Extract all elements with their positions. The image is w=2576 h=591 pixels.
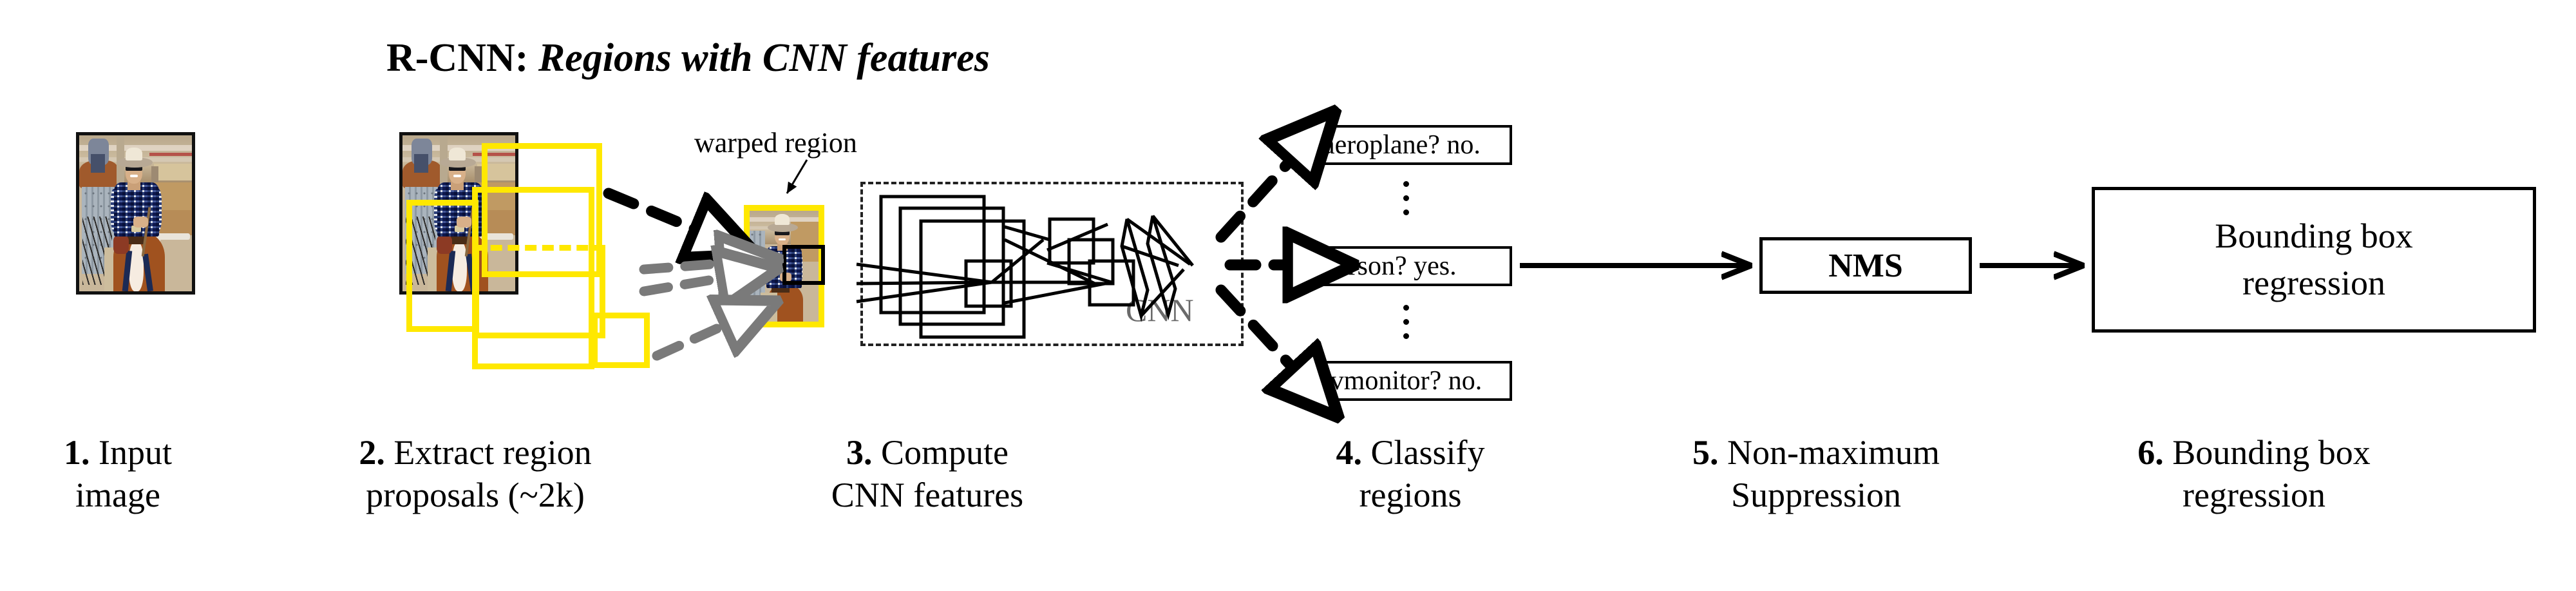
classification-box-aeroplane[interactable]: aeroplane? no. bbox=[1311, 125, 1512, 165]
classification-box-tvmonitor[interactable]: tvmonitor? no. bbox=[1311, 361, 1512, 401]
warped-region-label: warped region bbox=[694, 127, 857, 159]
proposal-box-small bbox=[592, 313, 650, 368]
step-number: 3. bbox=[846, 433, 873, 472]
step-text-line1: Classify bbox=[1361, 433, 1485, 472]
ellipsis-upper bbox=[1401, 173, 1410, 224]
step-text-line2: Suppression bbox=[1730, 475, 1901, 514]
proposal-box-tail bbox=[406, 200, 478, 332]
classification-text: tvmonitor? no. bbox=[1323, 366, 1482, 396]
classification-text: person? yes. bbox=[1323, 251, 1457, 281]
rcnn-figure: R-CNN: Regions with CNN features warped … bbox=[0, 0, 2576, 591]
cnn-label: CNN bbox=[1126, 292, 1194, 328]
step-text-line1: Compute bbox=[872, 433, 1009, 472]
classification-text: aeroplane? no. bbox=[1323, 130, 1481, 160]
title-prefix: R-CNN: bbox=[386, 36, 538, 80]
classification-box-person[interactable]: person? yes. bbox=[1311, 246, 1512, 286]
nms-box[interactable]: NMS bbox=[1759, 237, 1972, 294]
step-caption-1: 1. Input image bbox=[24, 432, 211, 517]
nms-label: NMS bbox=[1828, 247, 1903, 284]
bbox-regression-line2: regression bbox=[2242, 264, 2385, 302]
step-number: 4. bbox=[1336, 433, 1362, 472]
step-number: 2. bbox=[359, 433, 385, 472]
ellipsis-lower bbox=[1401, 296, 1410, 347]
step-text-line2: proposals (~2k) bbox=[366, 475, 585, 514]
step-caption-5: 5. Non-maximum Suppression bbox=[1636, 432, 1996, 517]
figure-title: R-CNN: Regions with CNN features bbox=[386, 35, 990, 81]
step-text-line1: Extract region bbox=[384, 433, 592, 472]
bbox-regression-line1: Bounding box bbox=[2215, 217, 2413, 256]
step-caption-6: 6. Bounding box regression bbox=[2061, 432, 2447, 517]
proposal-box-person-full bbox=[472, 187, 594, 369]
proposal-to-warp-arrow-2 bbox=[639, 263, 728, 269]
step-text-line2: CNN features bbox=[831, 475, 1024, 514]
step-text-line1: Non-maximum bbox=[1718, 433, 1940, 472]
step-caption-3: 3. Compute CNN features bbox=[792, 432, 1063, 517]
proposal-to-warp-arrow-3 bbox=[639, 277, 728, 291]
receptive-field-box bbox=[782, 245, 825, 285]
step-caption-2: 2. Extract region proposals (~2k) bbox=[346, 432, 604, 517]
step-number: 5. bbox=[1692, 433, 1719, 472]
title-emphasis: Regions with CNN features bbox=[538, 36, 990, 80]
step-text-line2: regions bbox=[1359, 475, 1462, 514]
proposal-to-warp-arrow-4 bbox=[652, 322, 731, 361]
bbox-regression-box[interactable]: Bounding box regression bbox=[2092, 187, 2536, 333]
step-number: 1. bbox=[64, 433, 90, 472]
step-caption-4: 4. Classify regions bbox=[1282, 432, 1539, 517]
step-text-line2: image bbox=[75, 475, 160, 514]
step-text-line2: regression bbox=[2183, 475, 2325, 514]
step-text-line1: Bounding box bbox=[2163, 433, 2371, 472]
step-number: 6. bbox=[2137, 433, 2164, 472]
input-image-photo bbox=[76, 132, 195, 295]
step-text-line1: Input bbox=[90, 433, 172, 472]
warped-region-leader bbox=[786, 159, 808, 194]
proposal-to-warp-arrow-1 bbox=[603, 188, 702, 232]
